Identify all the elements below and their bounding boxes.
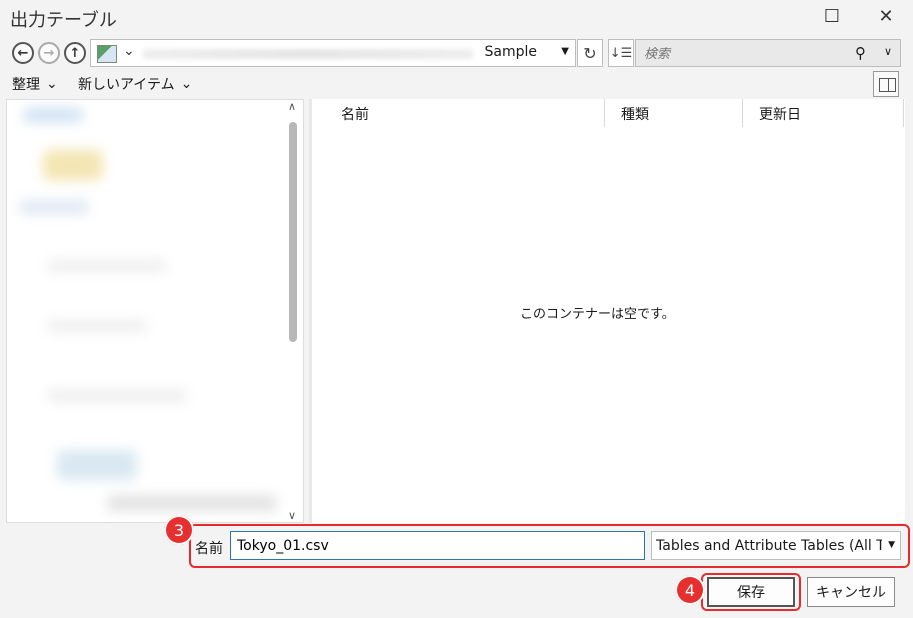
column-divider[interactable] bbox=[604, 99, 605, 127]
address-bar[interactable]: ⌄ Sample ▼ bbox=[90, 39, 576, 67]
map-folder-icon bbox=[97, 45, 117, 63]
filename-label: 名前 bbox=[195, 541, 223, 557]
scrollbar[interactable]: ∧ ∨ bbox=[286, 100, 302, 522]
blurred-item bbox=[23, 108, 83, 122]
sort-icon: ↓☰ bbox=[609, 45, 633, 61]
column-divider[interactable] bbox=[903, 99, 904, 127]
save-button[interactable]: 保存 bbox=[707, 577, 795, 607]
blurred-item bbox=[43, 150, 103, 180]
dropdown-arrow-icon: ▼ bbox=[888, 540, 895, 550]
chevron-down-icon[interactable]: ⌄ bbox=[123, 43, 135, 59]
maximize-button[interactable]: ☐ bbox=[817, 4, 847, 28]
window-title: 出力テーブル bbox=[10, 10, 117, 31]
navigation-pane[interactable] bbox=[6, 99, 304, 523]
column-divider[interactable] bbox=[742, 99, 743, 127]
annotation-badge-3: 3 bbox=[164, 515, 194, 545]
new-item-label: 新しいアイテム bbox=[78, 77, 175, 93]
back-button[interactable]: ← bbox=[12, 42, 34, 64]
blurred-item bbox=[47, 260, 167, 272]
column-header-name[interactable]: 名前 bbox=[341, 104, 369, 124]
annotation-badge-4: 4 bbox=[675, 575, 705, 605]
cancel-button[interactable]: キャンセル bbox=[807, 577, 895, 607]
blurred-item bbox=[57, 450, 137, 480]
sort-button[interactable]: ↓☰ bbox=[608, 39, 634, 67]
scroll-up-icon[interactable]: ∧ bbox=[288, 100, 296, 113]
path-current[interactable]: Sample bbox=[485, 44, 538, 60]
blurred-item bbox=[19, 200, 89, 214]
filename-field[interactable] bbox=[230, 531, 645, 560]
chevron-down-icon: ⌄ bbox=[180, 76, 193, 92]
forward-button[interactable]: → bbox=[38, 42, 60, 64]
filetype-value: Tables and Attribute Tables (All Types) bbox=[656, 538, 882, 554]
refresh-icon: ↻ bbox=[583, 43, 597, 63]
up-button[interactable]: ↑ bbox=[64, 42, 86, 64]
blurred-item bbox=[47, 390, 187, 402]
chevron-down-icon: ⌄ bbox=[46, 76, 58, 92]
column-header-row: 名前 種類 更新日 bbox=[309, 99, 905, 127]
close-icon: ✕ bbox=[878, 5, 894, 27]
organize-label: 整理 bbox=[12, 77, 40, 93]
dropdown-arrow-icon[interactable]: ▼ bbox=[561, 46, 569, 57]
search-box[interactable]: ⚲ ∨ bbox=[635, 39, 901, 67]
search-input[interactable] bbox=[642, 43, 846, 65]
scroll-thumb[interactable] bbox=[289, 122, 297, 342]
arrow-right-icon: → bbox=[43, 45, 55, 61]
column-header-modified[interactable]: 更新日 bbox=[759, 104, 801, 124]
filetype-select[interactable]: Tables and Attribute Tables (All Types) … bbox=[651, 531, 901, 560]
refresh-button[interactable]: ↻ bbox=[577, 39, 603, 67]
blurred-item bbox=[47, 320, 147, 332]
close-button[interactable]: ✕ bbox=[871, 4, 901, 28]
blurred-item bbox=[107, 495, 277, 511]
new-item-menu[interactable]: 新しいアイテム ⌄ bbox=[78, 74, 192, 94]
maximize-icon: ☐ bbox=[823, 5, 841, 27]
organize-menu[interactable]: 整理 ⌄ bbox=[12, 74, 58, 94]
arrow-up-icon: ↑ bbox=[69, 45, 81, 61]
search-icon[interactable]: ⚲ bbox=[855, 44, 866, 62]
column-header-type[interactable]: 種類 bbox=[621, 104, 649, 124]
path-segments-blurred bbox=[143, 49, 473, 59]
arrow-left-icon: ← bbox=[17, 45, 29, 61]
view-toggle-button[interactable] bbox=[873, 71, 899, 97]
empty-message: このコンテナーは空です。 bbox=[520, 307, 675, 322]
chevron-down-icon[interactable]: ∨ bbox=[884, 45, 892, 58]
details-pane-icon bbox=[879, 78, 896, 92]
scroll-down-icon[interactable]: ∨ bbox=[288, 509, 296, 522]
